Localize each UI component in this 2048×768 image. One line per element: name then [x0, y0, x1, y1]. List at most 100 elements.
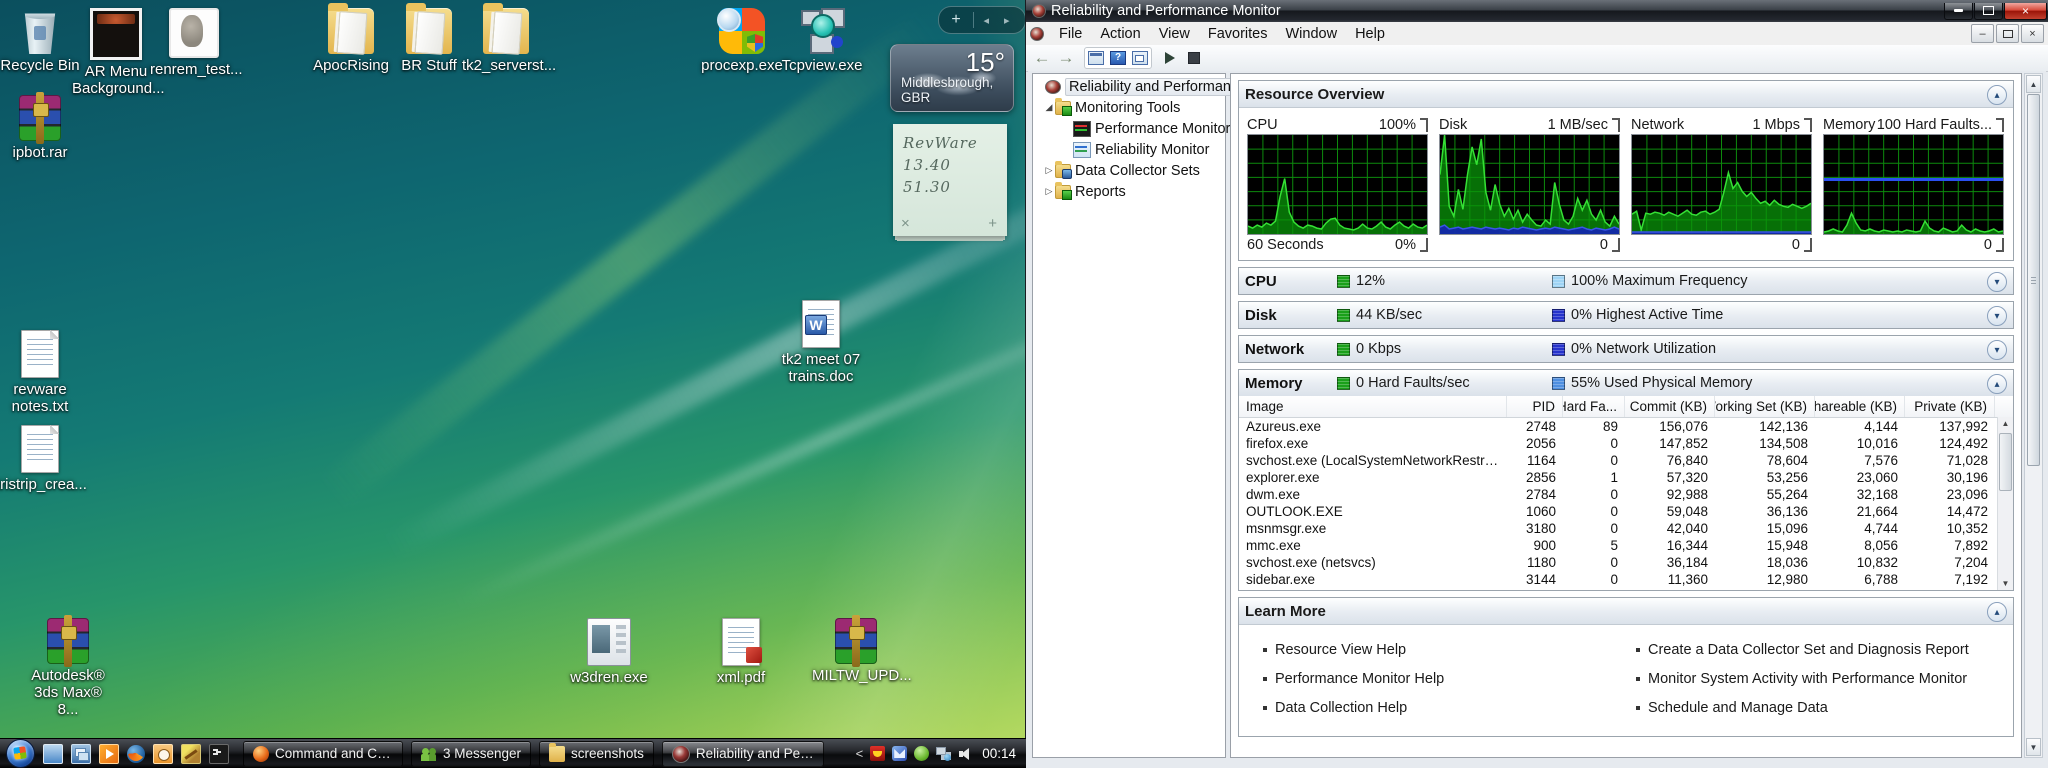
scrollbar-thumb[interactable] [2027, 94, 2040, 466]
media-player-icon[interactable] [99, 744, 119, 764]
collapse-button[interactable]: ▴ [1987, 85, 2007, 105]
desktop-icon-tk2-serverst[interactable]: tk2_serverst... [462, 8, 550, 74]
gadget-page-nav[interactable]: ◂ ▸ [974, 14, 1025, 27]
menu-file[interactable]: File [1050, 24, 1091, 44]
sticky-note-gadget[interactable]: RevWare 13.40 51.30 × + [893, 124, 1007, 236]
menu-view[interactable]: View [1150, 24, 1199, 44]
add-gadget-button[interactable]: + [939, 11, 973, 29]
note-delete-button[interactable]: × [901, 215, 910, 232]
link-monitor-system-activity[interactable]: Monitor System Activity with Performance… [1636, 664, 2009, 693]
note-add-button[interactable]: + [988, 215, 997, 232]
desktop-icon-revware-notes[interactable]: revware notes.txt [0, 330, 84, 415]
show-desktop-icon[interactable] [43, 744, 63, 764]
menu-action[interactable]: Action [1091, 24, 1149, 44]
table-row[interactable]: sidebar.exe3144011,36012,9806,7887,192 [1239, 571, 2013, 588]
close-button[interactable]: × [2004, 3, 2047, 20]
column-header[interactable]: Hard Fa... [1563, 396, 1625, 417]
desktop-icon-tcpview[interactable]: Tcpview.exe [778, 8, 866, 74]
table-row[interactable]: svchost.exe (LocalSystemNetworkRestrict.… [1239, 452, 2013, 469]
column-header[interactable]: Image [1239, 396, 1507, 417]
window-titlebar[interactable]: Reliability and Performance Monitor × [1026, 0, 2048, 22]
tray-chevron-icon[interactable]: < [856, 746, 864, 761]
launcher-icon[interactable] [153, 744, 173, 764]
table-row[interactable]: firefox.exe20560147,852134,50810,016124,… [1239, 435, 2013, 452]
table-row[interactable]: explorer.exe2856157,32053,25623,06030,19… [1239, 469, 2013, 486]
tree-item-reports[interactable]: ▷ Reports [1033, 181, 1225, 202]
taskbar-clock[interactable]: 00:14 [982, 746, 1016, 761]
memory-section-header[interactable]: Memory 0 Hard Faults/sec 55% Used Physic… [1239, 370, 2013, 396]
link-data-collection-help[interactable]: Data Collection Help [1263, 693, 1636, 722]
expand-button[interactable]: ▾ [1987, 272, 2007, 292]
back-button[interactable]: ← [1032, 48, 1052, 68]
network-section-header[interactable]: Network 0 Kbps 0% Network Utilization ▾ [1239, 336, 2013, 362]
mdi-close-button[interactable]: × [2021, 24, 2044, 43]
tree-item-data-collector-sets[interactable]: ▷ Data Collector Sets [1033, 160, 1225, 181]
scroll-down-icon[interactable]: ▼ [2026, 738, 2041, 756]
expander-collapsed-icon[interactable]: ▷ [1043, 186, 1055, 197]
scroll-down-icon[interactable]: ▼ [2002, 577, 2010, 590]
taskbar-button-messenger[interactable]: 3 Messenger [411, 741, 531, 767]
help-button[interactable]: ? [1108, 49, 1128, 67]
column-header[interactable]: Working Set (KB) [1715, 396, 1815, 417]
desktop-icon-autodesk-3dsmax[interactable]: Autodesk® 3ds Max® 8... [24, 618, 112, 718]
taskbar-button-reliability-monitor[interactable]: Reliability and Perf... [662, 741, 824, 767]
start-button[interactable] [6, 739, 35, 768]
mdi-restore-button[interactable] [1996, 24, 2019, 43]
desktop-icon-miltw-upd[interactable]: MILTW_UPD... [812, 618, 900, 684]
new-window-button[interactable] [1130, 49, 1150, 67]
table-row[interactable]: dwm.exe2784092,98855,26432,16823,096 [1239, 486, 2013, 503]
taskbar-button-command-and-conquer[interactable]: Command and Co... [243, 741, 403, 767]
switch-windows-icon[interactable] [71, 744, 91, 764]
desktop-icon-tristrip[interactable]: tristrip_crea... [0, 425, 84, 493]
desktop-icon-w3dren[interactable]: w3dren.exe [565, 618, 653, 686]
tree-item-performance-monitor[interactable]: Performance Monitor [1033, 118, 1225, 139]
resource-overview-header[interactable]: Resource Overview ▴ [1239, 81, 2013, 108]
scroll-up-icon[interactable]: ▲ [2026, 75, 2041, 93]
paint-icon[interactable] [181, 744, 201, 764]
scrollbar-thumb[interactable] [1999, 433, 2012, 491]
desktop-icon-procexp[interactable]: procexp.exe [698, 8, 786, 74]
start-button-toolbar[interactable] [1160, 49, 1180, 67]
table-row[interactable]: svchost.exe (netsvcs)1180036,18418,03610… [1239, 554, 2013, 571]
sidebar-gadget-control[interactable]: + ◂ ▸ [938, 6, 1026, 34]
maximize-button[interactable] [1974, 3, 2003, 20]
column-header[interactable]: PID [1507, 396, 1563, 417]
table-row[interactable]: msnmsgr.exe3180042,04015,0964,74410,352 [1239, 520, 2013, 537]
desktop-icon-ipbot-rar[interactable]: ipbot.rar [0, 95, 84, 161]
link-create-data-collector-set[interactable]: Create a Data Collector Set and Diagnosi… [1636, 635, 2009, 664]
collapse-button[interactable]: ▴ [1987, 602, 2007, 622]
firefox-icon[interactable] [127, 745, 145, 763]
desktop-icon-ar-menu-background[interactable]: AR Menu Background... [72, 8, 160, 97]
link-resource-view-help[interactable]: Resource View Help [1263, 635, 1636, 664]
menu-help[interactable]: Help [1346, 24, 1394, 44]
desktop-icon-tk2-meet-doc[interactable]: tk2 meet 07 trains.doc [777, 300, 865, 385]
expander-expanded-icon[interactable]: ◢ [1043, 102, 1055, 113]
column-header[interactable]: Private (KB) [1905, 396, 1995, 417]
volume-icon[interactable] [958, 746, 973, 761]
weather-gadget[interactable]: 15° Middlesbrough, GBR [890, 44, 1014, 112]
menu-favorites[interactable]: Favorites [1199, 24, 1277, 44]
menu-window[interactable]: Window [1277, 24, 1347, 44]
tree-item-monitoring-tools[interactable]: ◢ Monitoring Tools [1033, 97, 1225, 118]
command-prompt-icon[interactable] [209, 744, 229, 764]
table-scrollbar[interactable]: ▲ ▼ [1997, 417, 2013, 590]
tray-status-icon[interactable] [914, 746, 929, 761]
table-row[interactable]: mmc.exe900516,34415,9488,0567,892 [1239, 537, 2013, 554]
disk-section-header[interactable]: Disk 44 KB/sec 0% Highest Active Time ▾ [1239, 302, 2013, 328]
table-row[interactable]: OUTLOOK.EXE1060059,04836,13621,66414,472 [1239, 503, 2013, 520]
tray-azureus-icon[interactable] [870, 746, 885, 761]
table-row[interactable]: Azureus.exe274889156,076142,1364,144137,… [1239, 418, 2013, 435]
show-console-tree-button[interactable] [1086, 49, 1106, 67]
tree-item-reliability-and-performance[interactable]: Reliability and Performance [1033, 76, 1225, 97]
cpu-section-header[interactable]: CPU 12% 100% Maximum Frequency ▾ [1239, 268, 2013, 294]
column-header[interactable]: Shareable (KB) [1815, 396, 1905, 417]
minimize-button[interactable] [1944, 3, 1973, 20]
link-schedule-and-manage-data[interactable]: Schedule and Manage Data [1636, 693, 2009, 722]
expand-button[interactable]: ▾ [1987, 340, 2007, 360]
scroll-up-icon[interactable]: ▲ [2002, 417, 2010, 430]
desktop-icon-apocrising[interactable]: ApocRising [307, 8, 395, 74]
desktop-icon-xml-pdf[interactable]: xml.pdf [697, 618, 785, 686]
collapse-button[interactable]: ▴ [1987, 374, 2007, 394]
window-scrollbar[interactable]: ▲ ▼ [2024, 73, 2043, 758]
expander-collapsed-icon[interactable]: ▷ [1043, 165, 1055, 176]
